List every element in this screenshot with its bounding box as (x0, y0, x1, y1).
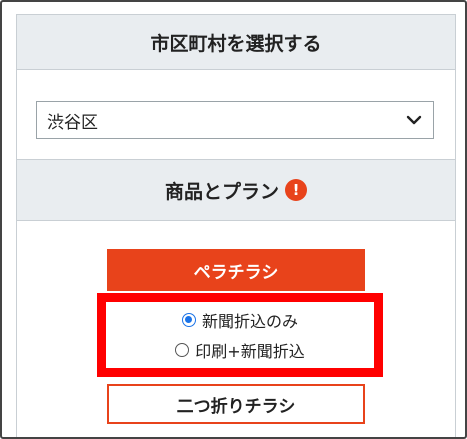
option-label: 印刷+新聞折込 (195, 342, 305, 361)
highlight-box: 新聞折込のみ 印刷+新聞折込 (97, 293, 383, 377)
municipality-heading: 市区町村を選択する (17, 15, 455, 70)
folded-flyer-button-label: 二つ折りチラシ (176, 396, 296, 417)
option-print-and-insert[interactable]: 印刷+新聞折込 (106, 338, 374, 362)
flat-flyer-button-label: ペラチラシ (193, 262, 279, 283)
widget-frame: 市区町村を選択する 渋谷区 商品とプラン ! ペラチラシ 新聞折込のみ 印刷+新… (0, 0, 467, 439)
alert-icon: ! (285, 179, 307, 201)
municipality-select-value: 渋谷区 (47, 112, 98, 133)
option-label: 新聞折込のみ (201, 312, 298, 331)
municipality-heading-text: 市区町村を選択する (150, 32, 322, 55)
radio-checked-icon[interactable] (181, 313, 196, 327)
radio-unchecked-icon[interactable] (175, 343, 190, 357)
flat-flyer-button[interactable]: ペラチラシ (107, 249, 365, 291)
products-heading: 商品とプラン ! (17, 159, 455, 221)
products-body: ペラチラシ 新聞折込のみ 印刷+新聞折込 二つ折りチラシ (17, 222, 455, 437)
municipality-select-area: 渋谷区 (17, 71, 455, 159)
product-selector-panel: 市区町村を選択する 渋谷区 商品とプラン ! ペラチラシ 新聞折込のみ 印刷+新… (16, 14, 456, 437)
folded-flyer-button[interactable]: 二つ折りチラシ (107, 384, 365, 424)
option-newspaper-insert-only[interactable]: 新聞折込のみ (106, 308, 374, 332)
municipality-select[interactable]: 渋谷区 (36, 101, 434, 139)
products-heading-text: 商品とプラン (164, 180, 279, 203)
chevron-down-icon (406, 115, 422, 125)
